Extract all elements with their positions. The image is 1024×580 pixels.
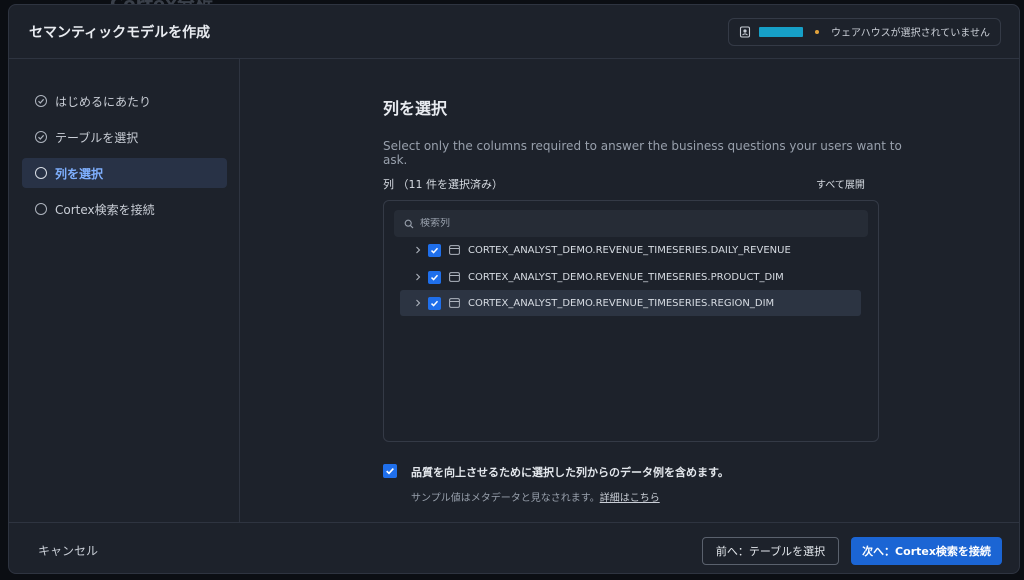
steps-sidebar: はじめるにあたり テーブルを選択 列を選択 Cortex検索を接続 (9, 59, 240, 522)
step-label: はじめるにあたり (55, 94, 152, 109)
step-getting-started[interactable]: はじめるにあたり (22, 86, 227, 116)
create-semantic-model-dialog: セマンティックモデルを作成 ウェアハウスが選択されていません はじめるにあたり … (8, 4, 1020, 574)
step-label: Cortex検索を接続 (55, 202, 155, 217)
table-row[interactable]: CORTEX_ANALYST_DEMO.REVENUE_TIMESERIES.P… (400, 264, 861, 290)
include-sample-option: 品質を向上させるために選択した列からのデータ例を含めます。 サンプル値はメタデー… (383, 464, 729, 504)
cancel-button[interactable]: キャンセル (38, 542, 98, 559)
table-checkbox[interactable] (428, 243, 441, 257)
step-select-tables[interactable]: テーブルを選択 (22, 122, 227, 152)
step-select-columns[interactable]: 列を選択 (22, 158, 227, 188)
empty-circle-icon (35, 167, 47, 179)
previous-button[interactable]: 前へ：テーブルを選択 (702, 537, 839, 565)
step-label: テーブルを選択 (55, 130, 139, 145)
table-row[interactable]: CORTEX_ANALYST_DEMO.REVENUE_TIMESERIES.D… (400, 237, 861, 263)
search-bar (394, 210, 868, 237)
table-name: CORTEX_ANALYST_DEMO.REVENUE_TIMESERIES.D… (468, 244, 791, 256)
include-sample-label: 品質を向上させるために選択した列からのデータ例を含めます。 (411, 466, 729, 479)
section-description: Select only the columns required to answ… (383, 139, 902, 167)
check-circle-icon (35, 95, 47, 107)
expand-all-link[interactable]: すべて展開 (816, 176, 865, 191)
include-sample-sub: サンプル値はメタデータと見なされます。 (411, 493, 600, 504)
step-label: 列を選択 (55, 166, 104, 181)
search-input[interactable] (420, 218, 840, 229)
table-icon (449, 272, 460, 282)
learn-more-link[interactable]: 詳細はこちら (600, 493, 660, 504)
section-title: 列を選択 (383, 99, 448, 118)
empty-circle-icon (35, 203, 47, 215)
dialog-title: セマンティックモデルを作成 (29, 24, 211, 41)
include-sample-note: サンプル値はメタデータと見なされます。詳細はこちら (411, 489, 729, 504)
table-name: CORTEX_ANALYST_DEMO.REVENUE_TIMESERIES.R… (468, 297, 775, 309)
next-button[interactable]: 次へ：Cortex検索を接続 (851, 537, 1002, 565)
chevron-right-icon[interactable] (410, 299, 426, 307)
warning-dot-icon (815, 29, 819, 34)
dialog-header: セマンティックモデルを作成 ウェアハウスが選択されていません (9, 5, 1019, 59)
search-icon (404, 214, 414, 233)
step-connect-cortex-search[interactable]: Cortex検索を接続 (22, 194, 227, 224)
warehouse-status-text: ウェアハウスが選択されていません (831, 28, 990, 39)
dialog-footer: キャンセル 前へ：テーブルを選択 次へ：Cortex検索を接続 (9, 522, 1019, 573)
columns-selected-label: 列 （11 件を選択済み） (383, 178, 503, 191)
table-checkbox[interactable] (428, 296, 441, 310)
table-icon (449, 245, 460, 255)
chevron-right-icon[interactable] (410, 273, 426, 281)
user-badge-icon (739, 25, 751, 38)
columns-list: CORTEX_ANALYST_DEMO.REVENUE_TIMESERIES.D… (383, 200, 879, 442)
warehouse-selector[interactable]: ウェアハウスが選択されていません (728, 17, 1001, 46)
include-sample-checkbox[interactable] (383, 464, 397, 478)
table-checkbox[interactable] (428, 270, 441, 284)
table-icon (449, 298, 460, 308)
redacted-username (759, 26, 803, 37)
main-panel: 列を選択 Select only the columns required to… (240, 59, 1019, 522)
table-row[interactable]: CORTEX_ANALYST_DEMO.REVENUE_TIMESERIES.R… (400, 290, 861, 316)
chevron-right-icon[interactable] (410, 246, 426, 254)
check-circle-icon (35, 131, 47, 143)
table-name: CORTEX_ANALYST_DEMO.REVENUE_TIMESERIES.P… (468, 271, 784, 283)
